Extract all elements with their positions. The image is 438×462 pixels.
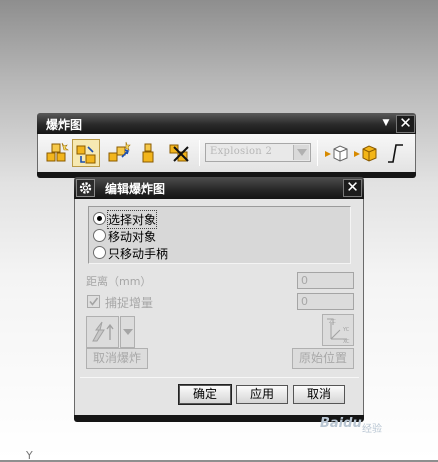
toolbar-title: 爆炸图 — [46, 118, 83, 132]
toolbar-close-button[interactable]: ✕ — [396, 115, 415, 133]
chevron-down-icon — [123, 329, 133, 335]
snap-increment-label: 捕捉增量 — [105, 296, 154, 310]
watermark: Baidu — [320, 416, 362, 431]
explosion-select-value: Explosion 2 — [210, 146, 273, 157]
dialog-title: 编辑爆炸图 — [105, 182, 166, 196]
delete-explosion-button[interactable] — [166, 139, 194, 167]
toolbar-titlebar[interactable]: 爆炸图 ▼ ✕ — [37, 113, 416, 134]
mode-radio-group: 选择对象 移动对象 只移动手柄 — [88, 206, 351, 264]
hide-components-button[interactable] — [322, 139, 350, 167]
explosion-select[interactable]: Explosion 2 — [205, 143, 311, 162]
distance-label: 距离（mm） — [86, 275, 152, 288]
explosion-toolbar: 爆炸图 ▼ ✕ Explosion 2 — [37, 113, 416, 178]
divider — [80, 377, 359, 378]
lightning-arrow-icon — [92, 321, 114, 342]
handle-direction-dropdown[interactable] — [120, 316, 135, 348]
snap-increment-field[interactable]: 0 — [297, 293, 354, 310]
distance-field[interactable]: 0 — [297, 272, 354, 289]
dialog-body: 选择对象 移动对象 只移动手柄 距离（mm） 0 捕捉增量 0 ZC YC XC… — [74, 199, 364, 415]
radio-button[interactable] — [93, 212, 106, 225]
ok-button[interactable]: 确定 — [178, 384, 232, 405]
edit-explosion-button[interactable] — [72, 139, 100, 167]
radio-button[interactable] — [93, 246, 106, 259]
radio-label: 移动对象 — [108, 230, 157, 244]
original-position-button[interactable]: 原始位置 — [292, 348, 354, 369]
axis-label: Y — [26, 449, 33, 462]
checkmark-icon — [89, 297, 99, 306]
delete-explosion-icon — [169, 144, 189, 162]
coordinate-system-icon: ZC YC XC — [327, 318, 350, 345]
toolbar-separator — [317, 140, 318, 166]
unexplode-icon — [142, 143, 154, 163]
dialog-close-button[interactable]: ✕ — [343, 179, 362, 197]
unexplode-button[interactable]: 取消爆炸 — [86, 348, 148, 369]
auto-explode-button[interactable] — [106, 139, 134, 167]
tracelines-icon — [388, 144, 403, 163]
radio-label: 只移动手柄 — [108, 247, 169, 261]
watermark-sub: 经验 — [362, 424, 382, 435]
svg-text:YC: YC — [342, 327, 350, 333]
chevron-down-icon[interactable]: ▼ — [379, 115, 393, 132]
new-explosion-icon — [46, 142, 69, 162]
show-components-button[interactable] — [351, 139, 379, 167]
edit-explosion-icon — [76, 145, 96, 164]
new-explosion-button[interactable] — [43, 139, 71, 167]
apply-button[interactable]: 应用 — [236, 385, 288, 404]
gear-icon[interactable] — [76, 179, 95, 197]
dialog-titlebar[interactable]: 编辑爆炸图 ✕ — [74, 177, 364, 199]
cancel-button[interactable]: 取消 — [293, 385, 345, 404]
hide-components-icon — [325, 145, 348, 162]
radio-button[interactable] — [93, 229, 106, 242]
svg-text:XC: XC — [343, 339, 350, 345]
tracelines-button[interactable] — [382, 139, 410, 167]
toolbar-separator — [199, 140, 200, 166]
edit-explosion-dialog: 编辑爆炸图 ✕ 选择对象 移动对象 只移动手柄 距离（mm） 0 捕捉增量 0 … — [74, 177, 364, 422]
wcs-orient-button[interactable]: ZC YC XC — [322, 314, 354, 346]
show-components-icon — [354, 145, 377, 162]
auto-explode-icon — [108, 141, 131, 162]
radio-label: 选择对象 — [106, 210, 158, 229]
chevron-down-icon[interactable] — [293, 145, 309, 160]
toolbar-body: Explosion 2 — [37, 134, 416, 172]
handle-direction-button[interactable] — [86, 316, 119, 348]
unexplode-button[interactable] — [135, 139, 163, 167]
snap-increment-checkbox[interactable] — [87, 295, 100, 308]
